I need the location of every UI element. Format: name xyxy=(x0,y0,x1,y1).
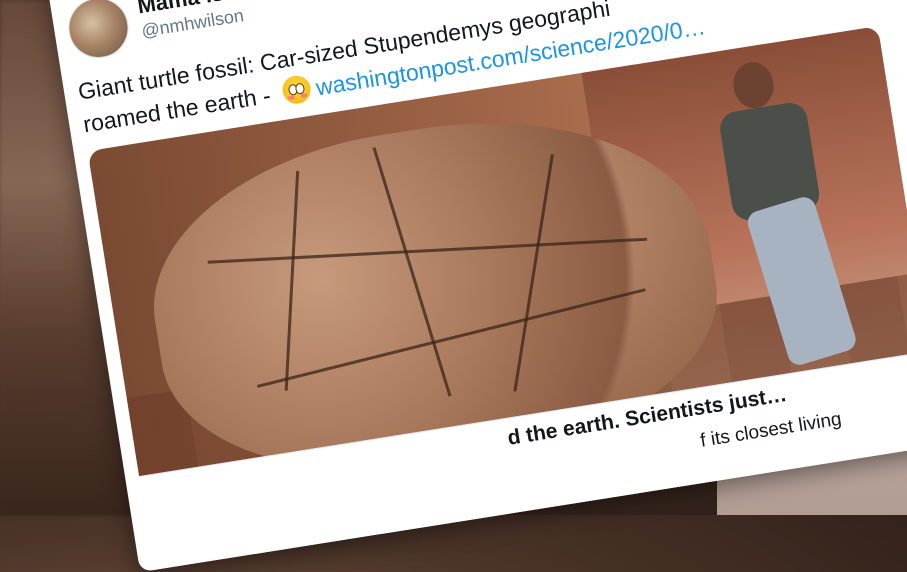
fossil-crack xyxy=(207,237,648,264)
fossil-crack xyxy=(372,147,452,397)
fossil-crack xyxy=(284,170,300,391)
flushed-face-icon xyxy=(280,73,313,106)
avatar[interactable] xyxy=(64,0,133,63)
fossil-crack xyxy=(256,288,646,388)
fossil-crack xyxy=(513,154,554,392)
